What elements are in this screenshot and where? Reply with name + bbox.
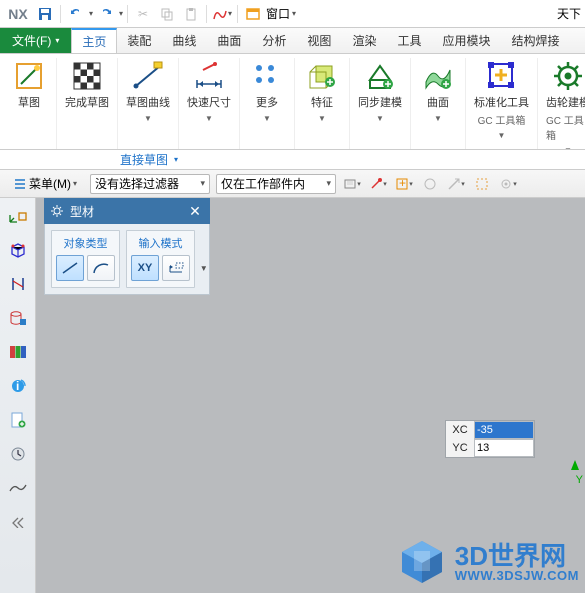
- y-axis-arrow-icon: [571, 460, 579, 470]
- watermark-url: WWW.3DSJW.COM: [455, 569, 579, 582]
- watermark-title: 3D世界网: [455, 543, 579, 569]
- touch-icon[interactable]: ▾: [211, 3, 233, 25]
- profile-panel: 型材 ✕ 对象类型 输入模式 XY: [44, 198, 210, 295]
- nav-database-icon[interactable]: [4, 306, 32, 330]
- line-tool[interactable]: [56, 255, 84, 281]
- tab-分析[interactable]: 分析: [252, 28, 297, 53]
- selection-filter-2[interactable]: 仅在工作部件内: [216, 174, 336, 194]
- ribbon-sync[interactable]: 同步建模▼: [356, 58, 404, 125]
- nav-part-navigator-icon[interactable]: [4, 204, 32, 228]
- filter-tool-5[interactable]: ▾: [446, 174, 466, 194]
- tab-应用模块[interactable]: 应用模块: [432, 28, 501, 53]
- redo-icon[interactable]: [95, 3, 117, 25]
- direct-sketch-link[interactable]: 直接草图: [120, 151, 168, 168]
- graphics-canvas[interactable]: 型材 ✕ 对象类型 输入模式 XY: [36, 198, 585, 593]
- nav-history-icon[interactable]: [4, 442, 32, 466]
- tab-结构焊接[interactable]: 结构焊接: [501, 28, 570, 53]
- undo-icon[interactable]: [65, 3, 87, 25]
- param-mode-tool[interactable]: [162, 255, 190, 281]
- input-mode-label: 输入模式: [131, 235, 190, 251]
- nav-info-icon[interactable]: i: [4, 374, 32, 398]
- tab-渲染[interactable]: 渲染: [342, 28, 387, 53]
- filter-tool-4[interactable]: [420, 174, 440, 194]
- filter-tool-1[interactable]: ▾: [342, 174, 362, 194]
- gear-icon: [50, 204, 64, 218]
- xy-mode-tool[interactable]: XY: [131, 255, 159, 281]
- object-type-group: 对象类型: [51, 230, 120, 288]
- nav-assembly-icon[interactable]: [4, 238, 32, 262]
- ribbon-gear[interactable]: 齿轮建模GC 工具箱▼: [544, 58, 585, 150]
- titlebar: NX ▾ ▾ ✂ ▾ 窗口 ▾ 天下: [0, 0, 585, 28]
- xc-input[interactable]: [474, 421, 534, 439]
- tab-视图[interactable]: 视图: [297, 28, 342, 53]
- titlebar-right-text: 天下: [557, 5, 581, 22]
- tab-主页[interactable]: 主页: [71, 28, 117, 53]
- close-icon[interactable]: ✕: [186, 203, 204, 220]
- left-navigator: i: [0, 198, 36, 593]
- tab-曲线[interactable]: 曲线: [162, 28, 207, 53]
- watermark: 3D世界网 WWW.3DSJW.COM: [397, 537, 579, 587]
- menubar: 文件(F)▾ 主页装配曲线曲面分析视图渲染工具应用模块结构焊接: [0, 28, 585, 54]
- filter-tool-6[interactable]: [472, 174, 492, 194]
- ribbon-dim[interactable]: 快速尺寸▼: [185, 58, 233, 125]
- filter-tool-7[interactable]: ▾: [498, 174, 518, 194]
- ribbon-feature[interactable]: 特征▼: [301, 58, 343, 125]
- window-icon[interactable]: [242, 3, 264, 25]
- ribbon-surface[interactable]: 曲面▼: [417, 58, 459, 125]
- arc-tool[interactable]: [87, 255, 115, 281]
- svg-text:i: i: [16, 379, 19, 393]
- y-axis-label: Y: [576, 474, 583, 486]
- selection-filter-1[interactable]: 没有选择过滤器: [90, 174, 210, 194]
- input-mode-group: 输入模式 XY: [126, 230, 195, 288]
- tab-工具[interactable]: 工具: [387, 28, 432, 53]
- link-row: 直接草图 ▾: [0, 150, 585, 170]
- panel-title: 型材: [70, 203, 94, 220]
- filter-tool-3[interactable]: +▾: [394, 174, 414, 194]
- nav-reuse-library-icon[interactable]: [4, 340, 32, 364]
- yc-input[interactable]: [474, 439, 534, 457]
- nav-collapse-icon[interactable]: [4, 510, 32, 534]
- ribbon-curve[interactable]: 草图曲线▼: [124, 58, 172, 125]
- copy-icon[interactable]: [156, 3, 178, 25]
- nav-constraint-icon[interactable]: [4, 272, 32, 296]
- menu-button[interactable]: 菜单(M) ▾: [6, 174, 84, 194]
- nav-new-doc-icon[interactable]: [4, 408, 32, 432]
- yc-label: YC: [446, 442, 474, 454]
- cut-icon[interactable]: ✂: [132, 3, 154, 25]
- ribbon-more[interactable]: 更多▼: [246, 58, 288, 125]
- watermark-logo-icon: [397, 537, 447, 587]
- ribbon-flag[interactable]: 完成草图: [63, 58, 111, 112]
- file-menu[interactable]: 文件(F)▾: [0, 28, 71, 53]
- window-dropdown[interactable]: 窗口: [266, 5, 290, 22]
- ribbon-sketch[interactable]: 草图: [8, 58, 50, 112]
- tab-装配[interactable]: 装配: [117, 28, 162, 53]
- xc-label: XC: [446, 424, 474, 436]
- filter-bar: 菜单(M) ▾ 没有选择过滤器 仅在工作部件内 ▾ ▾ +▾ ▾ ▾: [0, 170, 585, 198]
- save-icon[interactable]: [34, 3, 56, 25]
- coordinate-input: XC YC: [445, 420, 535, 458]
- app-logo: NX: [4, 6, 32, 22]
- paste-icon[interactable]: [180, 3, 202, 25]
- filter-tool-2[interactable]: ▾: [368, 174, 388, 194]
- object-type-label: 对象类型: [56, 235, 115, 251]
- tab-曲面[interactable]: 曲面: [207, 28, 252, 53]
- ribbon: 草图完成草图草图曲线▼ 快速尺寸▼ 更多▼ 特征▼ 同步建模▼ 曲面▼ 标准化工具GC 工具…: [0, 54, 585, 150]
- nav-curve-icon[interactable]: [4, 476, 32, 500]
- ribbon-std[interactable]: 标准化工具GC 工具箱▼: [472, 58, 531, 142]
- svg-text:+: +: [399, 177, 406, 190]
